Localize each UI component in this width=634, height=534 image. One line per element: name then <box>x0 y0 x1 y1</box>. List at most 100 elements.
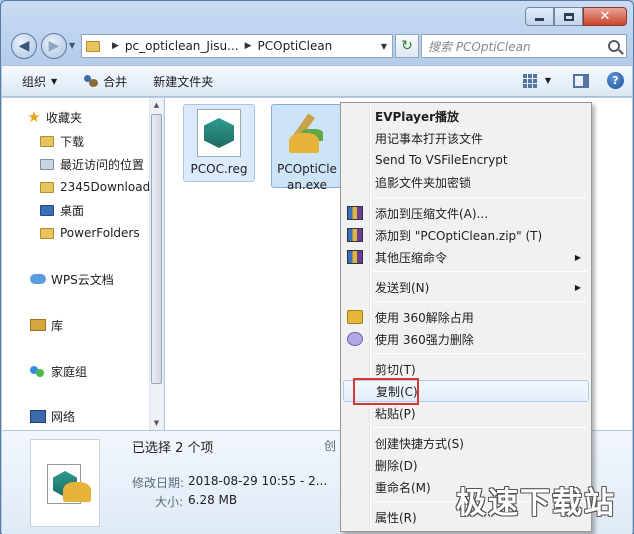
library-icon <box>30 319 46 331</box>
breadcrumb-separator-icon[interactable]: ▶ <box>112 41 119 51</box>
menu-separator <box>373 271 587 272</box>
broom-app-icon <box>63 482 91 502</box>
menu-item-vsfileencrypt[interactable]: Send To VSFileEncrypt <box>343 149 589 171</box>
modified-value: 2018-08-29 10:55 - 2... <box>188 474 328 488</box>
shred-icon <box>347 332 363 346</box>
address-row: ◀ ▶ ▼ ▶ pc_opticlean_Jisu... ▶ PCOptiCle… <box>9 31 627 61</box>
cloud-icon <box>30 274 46 284</box>
menu-item-360-shred[interactable]: 使用 360强力删除 <box>343 328 589 350</box>
help-icon[interactable]: ? <box>607 72 624 89</box>
desktop-icon <box>40 204 54 216</box>
maximize-icon <box>563 12 574 21</box>
menu-label: 添加到 "PCOptiClean.zip" (T) <box>375 228 543 243</box>
site-watermark: 极速下载站 <box>456 486 616 521</box>
network-icon <box>30 409 46 423</box>
organize-button[interactable]: 组织 ▼ <box>22 73 57 90</box>
menu-separator <box>373 353 587 354</box>
nav-label: 下载 <box>60 134 85 149</box>
menu-label: 重命名(M) <box>375 480 431 495</box>
menu-label: 使用 360强力删除 <box>375 332 474 347</box>
menu-item-paste[interactable]: 粘贴(P) <box>343 402 589 424</box>
new-folder-label: 新建文件夹 <box>153 74 214 89</box>
nav-label: 最近访问的位置 <box>60 157 145 172</box>
menu-label: 属性(R) <box>375 510 417 525</box>
star-icon: ★ <box>27 108 41 126</box>
search-box[interactable]: 搜索 PCOptiClean <box>421 34 627 58</box>
menu-item-send-to[interactable]: 发送到(N) ▶ <box>343 276 589 298</box>
submenu-arrow-icon: ▶ <box>574 252 581 262</box>
copy-highlight-annotation <box>353 378 419 405</box>
nav-scrollbar[interactable]: ▲ ▼ <box>149 98 163 430</box>
zip-icon <box>347 206 363 220</box>
menu-label: 粘贴(P) <box>375 406 416 421</box>
forward-button[interactable]: ▶ <box>41 33 67 59</box>
menu-label: 删除(D) <box>375 458 418 473</box>
close-button[interactable]: ✕ <box>583 7 627 26</box>
homegroup-icon <box>30 364 46 378</box>
scroll-up-icon[interactable]: ▲ <box>150 98 163 112</box>
menu-item-folder-lock[interactable]: 追影文件夹加密锁 <box>343 171 589 193</box>
navigation-pane: ★ 收藏夹 下载 最近访问的位置 2345Downloads 桌面 PowerF… <box>2 98 164 430</box>
menu-item-evplayer[interactable]: EVPlayer播放 <box>343 105 589 127</box>
menu-item-add-archive[interactable]: 添加到压缩文件(A)... <box>343 202 589 224</box>
menu-label: 用记事本打开该文件 <box>375 131 484 146</box>
modified-label: 修改日期: <box>132 476 185 490</box>
menu-item-create-shortcut[interactable]: 创建快捷方式(S) <box>343 432 589 454</box>
menu-item-notepad[interactable]: 用记事本打开该文件 <box>343 127 589 149</box>
nav-label: 家庭组 <box>51 364 88 379</box>
menu-separator <box>373 301 587 302</box>
folder-icon <box>40 181 54 193</box>
address-dropdown-icon[interactable]: ▼ <box>376 42 392 51</box>
menu-label: 使用 360解除占用 <box>375 310 474 325</box>
file-item[interactable]: PCOC.reg <box>183 104 255 182</box>
nav-label: 2345Downloads <box>60 180 157 194</box>
menu-item-add-zip[interactable]: 添加到 "PCOptiClean.zip" (T) <box>343 224 589 246</box>
selection-count: 已选择 2 个项 <box>132 441 214 456</box>
refresh-button[interactable]: ↻ <box>395 34 419 58</box>
minimize-button[interactable] <box>525 7 554 26</box>
preview-pane-icon[interactable] <box>573 73 589 88</box>
folder-icon <box>40 227 54 239</box>
breadcrumb-separator-icon[interactable]: ▶ <box>245 41 252 51</box>
nav-label: 库 <box>51 318 64 333</box>
zip-icon <box>347 228 363 242</box>
back-button[interactable]: ◀ <box>11 33 37 59</box>
chevron-down-icon: ▼ <box>51 76 58 86</box>
recent-pages-dropdown[interactable]: ▼ <box>69 41 75 50</box>
address-bar[interactable]: ▶ pc_opticlean_Jisu... ▶ PCOptiClean ▼ <box>81 34 393 58</box>
close-icon: ✕ <box>599 9 611 24</box>
created-label: 创 <box>324 439 337 453</box>
breadcrumb-item[interactable]: pc_opticlean_Jisu... <box>125 39 239 53</box>
scroll-down-icon[interactable]: ▼ <box>150 416 163 430</box>
share-button[interactable]: 合并 <box>83 73 127 90</box>
nav-label: 网络 <box>51 409 76 424</box>
file-item[interactable]: PCOptiClean.exe <box>271 104 343 192</box>
menu-item-cut[interactable]: 剪切(T) <box>343 358 589 380</box>
minimize-icon <box>535 18 544 21</box>
menu-item-other-compress[interactable]: 其他压缩命令 ▶ <box>343 246 589 268</box>
view-grid-icon[interactable] <box>522 73 539 88</box>
share-label: 合并 <box>103 74 128 89</box>
menu-label: 追影文件夹加密锁 <box>375 175 472 190</box>
unlock-icon <box>347 310 363 324</box>
new-folder-button[interactable]: 新建文件夹 <box>153 73 213 90</box>
menu-label: 其他压缩命令 <box>375 250 448 265</box>
nav-label: WPS云文档 <box>51 272 114 287</box>
menu-item-delete[interactable]: 删除(D) <box>343 454 589 476</box>
toolbar-right: ▼ ? <box>522 72 624 89</box>
file-name: PCOC.reg <box>190 162 248 176</box>
nav-label: 收藏夹 <box>46 110 83 125</box>
back-arrow-icon: ◀ <box>18 38 30 54</box>
menu-label: EVPlayer播放 <box>375 109 460 124</box>
view-dropdown-icon[interactable]: ▼ <box>545 76 551 85</box>
maximize-button[interactable] <box>554 7 583 26</box>
registry-file-icon <box>197 109 241 157</box>
menu-item-360-unlock[interactable]: 使用 360解除占用 <box>343 306 589 328</box>
search-icon[interactable] <box>608 40 620 52</box>
file-name: PCOptiClean.exe <box>277 162 337 192</box>
search-input[interactable]: 搜索 PCOptiClean <box>428 38 608 55</box>
broom-app-icon <box>285 109 329 157</box>
share-icon <box>83 74 99 88</box>
scroll-thumb[interactable] <box>151 114 162 384</box>
breadcrumb-item[interactable]: PCOptiClean <box>258 39 333 53</box>
